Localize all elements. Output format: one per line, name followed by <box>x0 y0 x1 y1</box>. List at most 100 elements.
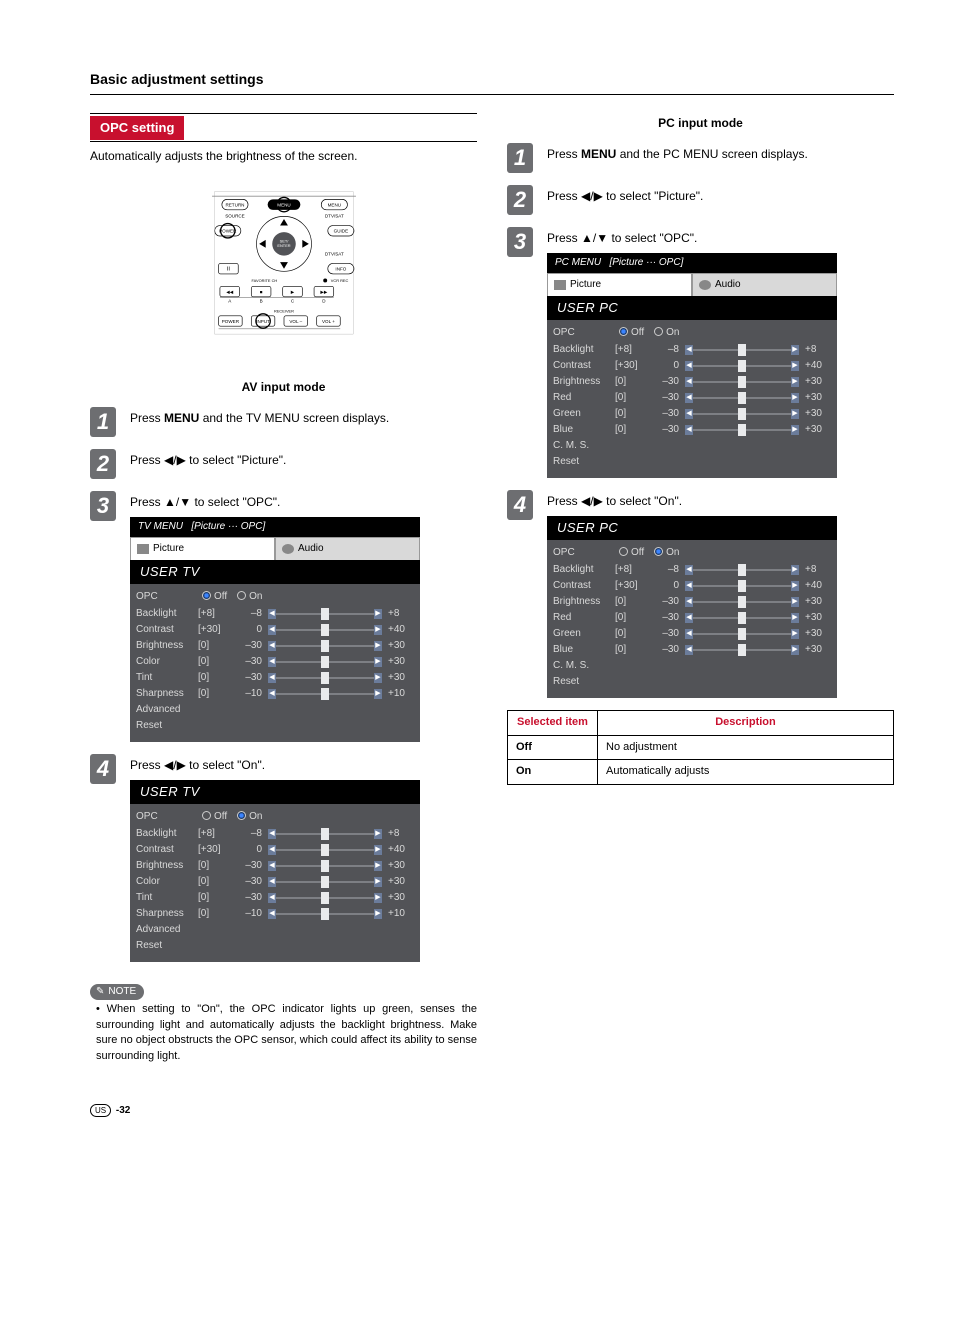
slider[interactable]: ◀ ▶ <box>685 596 799 608</box>
slider[interactable]: ◀ ▶ <box>685 612 799 624</box>
slider-left-icon[interactable]: ◀ <box>268 609 276 619</box>
slider-right-icon[interactable]: ▶ <box>374 657 382 667</box>
slider-right-icon[interactable]: ▶ <box>791 425 799 435</box>
param-row[interactable]: Brightness [0] –30 ◀ ▶ +30 <box>136 858 414 874</box>
slider[interactable]: ◀ ▶ <box>685 392 799 404</box>
param-row[interactable]: Brightness [0] –30 ◀ ▶ +30 <box>553 374 831 390</box>
slider-right-icon[interactable]: ▶ <box>374 893 382 903</box>
param-row[interactable]: Green [0] –30 ◀ ▶ +30 <box>553 626 831 642</box>
radio-off-icon[interactable] <box>202 591 211 600</box>
slider[interactable]: ◀ ▶ <box>268 672 382 684</box>
radio-on-icon[interactable] <box>654 327 663 336</box>
slider[interactable]: ◀ ▶ <box>268 860 382 872</box>
slider-right-icon[interactable]: ▶ <box>791 345 799 355</box>
slider-right-icon[interactable]: ▶ <box>374 609 382 619</box>
slider-left-icon[interactable]: ◀ <box>685 361 693 371</box>
slider-left-icon[interactable]: ◀ <box>685 613 693 623</box>
slider-right-icon[interactable]: ▶ <box>791 581 799 591</box>
slider-left-icon[interactable]: ◀ <box>268 689 276 699</box>
slider-left-icon[interactable]: ◀ <box>685 565 693 575</box>
slider-left-icon[interactable]: ◀ <box>685 345 693 355</box>
slider-left-icon[interactable]: ◀ <box>268 877 276 887</box>
slider[interactable]: ◀ ▶ <box>268 876 382 888</box>
slider-right-icon[interactable]: ▶ <box>791 597 799 607</box>
slider[interactable]: ◀ ▶ <box>268 656 382 668</box>
param-extra[interactable]: Reset <box>136 938 414 954</box>
slider-right-icon[interactable]: ▶ <box>791 565 799 575</box>
param-row[interactable]: Contrast [+30] 0 ◀ ▶ +40 <box>136 842 414 858</box>
slider-left-icon[interactable]: ◀ <box>268 861 276 871</box>
slider[interactable]: ◀ ▶ <box>685 408 799 420</box>
param-extra[interactable]: Reset <box>553 674 831 690</box>
param-row[interactable]: Green [0] –30 ◀ ▶ +30 <box>553 406 831 422</box>
slider[interactable]: ◀ ▶ <box>685 580 799 592</box>
slider-left-icon[interactable]: ◀ <box>268 673 276 683</box>
slider[interactable]: ◀ ▶ <box>268 844 382 856</box>
slider[interactable]: ◀ ▶ <box>685 360 799 372</box>
param-row[interactable]: Red [0] –30 ◀ ▶ +30 <box>553 610 831 626</box>
slider-left-icon[interactable]: ◀ <box>268 829 276 839</box>
radio-on-icon[interactable] <box>237 811 246 820</box>
opc-row[interactable]: OPC Off On <box>136 588 414 606</box>
slider[interactable]: ◀ ▶ <box>685 644 799 656</box>
slider-right-icon[interactable]: ▶ <box>374 689 382 699</box>
tab-audio[interactable]: Audio <box>275 537 420 560</box>
slider-right-icon[interactable]: ▶ <box>374 861 382 871</box>
slider-left-icon[interactable]: ◀ <box>685 409 693 419</box>
slider[interactable]: ◀ ▶ <box>268 892 382 904</box>
param-row[interactable]: Blue [0] –30 ◀ ▶ +30 <box>553 422 831 438</box>
slider[interactable]: ◀ ▶ <box>268 828 382 840</box>
slider-left-icon[interactable]: ◀ <box>268 845 276 855</box>
slider[interactable]: ◀ ▶ <box>268 640 382 652</box>
slider[interactable]: ◀ ▶ <box>268 688 382 700</box>
slider[interactable]: ◀ ▶ <box>685 344 799 356</box>
param-row[interactable]: Backlight [+8] –8 ◀ ▶ +8 <box>553 342 831 358</box>
slider[interactable]: ◀ ▶ <box>268 908 382 920</box>
slider-left-icon[interactable]: ◀ <box>268 657 276 667</box>
slider-right-icon[interactable]: ▶ <box>791 409 799 419</box>
slider-right-icon[interactable]: ▶ <box>791 393 799 403</box>
slider-right-icon[interactable]: ▶ <box>374 625 382 635</box>
radio-on-icon[interactable] <box>654 547 663 556</box>
tab-picture[interactable]: Picture <box>547 273 692 296</box>
param-row[interactable]: Backlight [+8] –8 ◀ ▶ +8 <box>136 606 414 622</box>
slider[interactable]: ◀ ▶ <box>685 376 799 388</box>
param-extra[interactable]: Advanced <box>136 922 414 938</box>
param-row[interactable]: Color [0] –30 ◀ ▶ +30 <box>136 654 414 670</box>
slider-left-icon[interactable]: ◀ <box>268 641 276 651</box>
opc-row[interactable]: OPC Off On <box>136 808 414 826</box>
slider-right-icon[interactable]: ▶ <box>374 909 382 919</box>
slider-left-icon[interactable]: ◀ <box>685 645 693 655</box>
slider-left-icon[interactable]: ◀ <box>268 625 276 635</box>
slider-left-icon[interactable]: ◀ <box>268 909 276 919</box>
slider-left-icon[interactable]: ◀ <box>685 377 693 387</box>
param-row[interactable]: Red [0] –30 ◀ ▶ +30 <box>553 390 831 406</box>
opc-row[interactable]: OPC Off On <box>553 544 831 562</box>
param-row[interactable]: Contrast [+30] 0 ◀ ▶ +40 <box>553 358 831 374</box>
param-row[interactable]: Backlight [+8] –8 ◀ ▶ +8 <box>136 826 414 842</box>
tab-audio[interactable]: Audio <box>692 273 837 296</box>
param-row[interactable]: Blue [0] –30 ◀ ▶ +30 <box>553 642 831 658</box>
slider-left-icon[interactable]: ◀ <box>685 629 693 639</box>
param-extra[interactable]: Reset <box>553 454 831 470</box>
slider[interactable]: ◀ ▶ <box>685 628 799 640</box>
opc-row[interactable]: OPC Off On <box>553 324 831 342</box>
param-row[interactable]: Sharpness [0] –10 ◀ ▶ +10 <box>136 686 414 702</box>
param-row[interactable]: Contrast [+30] 0 ◀ ▶ +40 <box>136 622 414 638</box>
param-row[interactable]: Tint [0] –30 ◀ ▶ +30 <box>136 670 414 686</box>
slider[interactable]: ◀ ▶ <box>685 424 799 436</box>
slider[interactable]: ◀ ▶ <box>268 624 382 636</box>
slider-right-icon[interactable]: ▶ <box>374 877 382 887</box>
radio-off-icon[interactable] <box>619 327 628 336</box>
slider[interactable]: ◀ ▶ <box>268 608 382 620</box>
param-row[interactable]: Backlight [+8] –8 ◀ ▶ +8 <box>553 562 831 578</box>
slider-left-icon[interactable]: ◀ <box>685 597 693 607</box>
param-row[interactable]: Brightness [0] –30 ◀ ▶ +30 <box>553 594 831 610</box>
param-row[interactable]: Brightness [0] –30 ◀ ▶ +30 <box>136 638 414 654</box>
slider-right-icon[interactable]: ▶ <box>374 673 382 683</box>
param-extra[interactable]: Reset <box>136 718 414 734</box>
tab-picture[interactable]: Picture <box>130 537 275 560</box>
slider[interactable]: ◀ ▶ <box>685 564 799 576</box>
slider-left-icon[interactable]: ◀ <box>685 425 693 435</box>
param-row[interactable]: Contrast [+30] 0 ◀ ▶ +40 <box>553 578 831 594</box>
